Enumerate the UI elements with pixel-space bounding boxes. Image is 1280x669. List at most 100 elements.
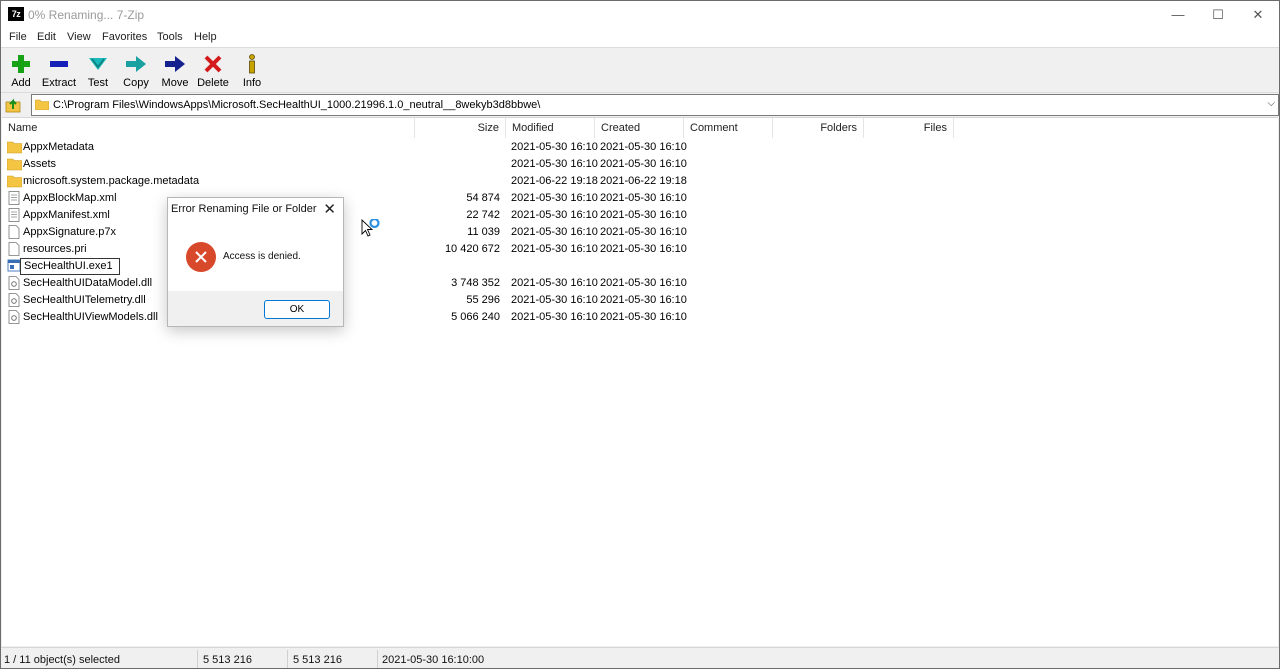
status-date: 2021-05-30 16:10:00 xyxy=(382,654,485,666)
up-folder-button[interactable] xyxy=(5,97,23,114)
file-name: AppxManifest.xml xyxy=(23,209,110,221)
busy-cursor-icon xyxy=(361,219,380,237)
file-size: 55 296 xyxy=(466,294,500,306)
copy-arrow-icon xyxy=(126,56,146,72)
menu-file[interactable]: File xyxy=(9,31,27,43)
file-created: 2021-05-30 16:10 xyxy=(600,294,687,306)
table-row[interactable]: SecHealthUIDataModel.dll 3 748 352 2021-05… xyxy=(2,275,702,292)
status-bar: 1 / 11 object(s) selected 5 513 216 5 51… xyxy=(1,647,1279,668)
folder-icon xyxy=(7,141,22,154)
info-button[interactable]: Info xyxy=(232,51,272,91)
column-created[interactable]: Created xyxy=(595,118,684,138)
file-modified: 2021-05-30 16:10 xyxy=(511,141,598,153)
xml-file-icon xyxy=(8,208,20,222)
file-modified: 2021-06-22 19:18 xyxy=(511,175,598,187)
dialog-message: Access is denied. xyxy=(223,251,301,262)
delete-x-icon xyxy=(204,55,222,73)
status-separator xyxy=(287,650,288,668)
menu-view[interactable]: View xyxy=(67,31,91,43)
address-input[interactable]: C:\Program Files\WindowsApps\Microsoft.S… xyxy=(31,94,1279,116)
dll-file-icon xyxy=(8,293,20,307)
minus-icon xyxy=(50,61,68,67)
file-modified: 2021-05-30 16:10 xyxy=(511,294,598,306)
file-size: 3 748 352 xyxy=(451,277,500,289)
menu-favorites[interactable]: Favorites xyxy=(102,31,147,43)
table-row[interactable]: SecHealthUIViewModels.dll 5 066 240 2021-0… xyxy=(2,309,702,326)
file-name: SecHealthUITelemetry.dll xyxy=(23,294,146,306)
file-name: AppxBlockMap.xml xyxy=(23,192,117,204)
file-modified: 2021-05-30 16:10 xyxy=(511,192,598,204)
close-button[interactable]: ✕ xyxy=(1235,1,1279,29)
file-size: 22 742 xyxy=(466,209,500,221)
table-row[interactable]: AppxManifest.xml 22 742 2021-05-30 16:10 20… xyxy=(2,207,702,224)
file-name: resources.pri xyxy=(23,243,87,255)
move-arrow-icon xyxy=(165,56,185,72)
file-created: 2021-05-30 16:10 xyxy=(600,192,687,204)
table-row[interactable]: Assets 2021-05-30 16:10 2021-05-30 16:10 xyxy=(2,156,702,173)
status-packed-size: 5 513 216 xyxy=(293,654,342,666)
file-created: 2021-06-22 19:18 xyxy=(600,175,687,187)
rename-input[interactable]: SecHealthUI.exe1 xyxy=(20,258,120,275)
file-created: 2021-05-30 16:10 xyxy=(600,209,687,221)
folder-icon xyxy=(7,158,22,171)
menu-tools[interactable]: Tools xyxy=(157,31,183,43)
xml-file-icon xyxy=(8,191,20,205)
file-created: 2021-05-30 16:10 xyxy=(600,243,687,255)
app-icon: 7z xyxy=(8,7,24,21)
file-modified: 2021-05-30 16:10 xyxy=(511,158,598,170)
file-created: 2021-05-30 16:10 xyxy=(600,226,687,238)
file-icon xyxy=(8,225,20,239)
table-row[interactable]: AppxSignature.p7x 11 039 2021-05-30 16:10 2… xyxy=(2,224,702,241)
column-folders[interactable]: Folders xyxy=(773,118,864,138)
file-name: SecHealthUIViewModels.dll xyxy=(23,311,158,323)
table-row[interactable]: SecHealthUI.exe1 xyxy=(2,258,702,275)
file-modified: 2021-05-30 16:10 xyxy=(511,226,598,238)
file-modified: 2021-05-30 16:10 xyxy=(511,209,598,221)
folder-icon xyxy=(35,99,49,110)
file-modified: 2021-05-30 16:10 xyxy=(511,311,598,323)
error-dialog: Error Renaming File or Folder ✕ Access i… xyxy=(167,197,344,327)
status-separator xyxy=(377,650,378,668)
dialog-close-button[interactable]: ✕ xyxy=(323,200,336,218)
dialog-footer: OK xyxy=(168,291,343,326)
menu-help[interactable]: Help xyxy=(194,31,217,43)
table-row[interactable]: microsoft.system.package.metadata 2021-06… xyxy=(2,173,702,190)
file-created: 2021-05-30 16:10 xyxy=(600,277,687,289)
plus-icon xyxy=(12,55,30,73)
column-modified[interactable]: Modified xyxy=(506,118,595,138)
toolbar: Add Extract Test Copy Move Delete Info xyxy=(1,47,1279,93)
table-row[interactable]: AppxMetadata 2021-05-30 16:10 2021-05-30 1… xyxy=(2,139,702,156)
error-icon xyxy=(186,242,216,272)
file-size: 10 420 672 xyxy=(444,243,500,255)
status-selection: 1 / 11 object(s) selected xyxy=(4,654,120,666)
checkmark-icon xyxy=(89,58,107,70)
file-name: AppxSignature.p7x xyxy=(23,226,116,238)
column-size[interactable]: Size xyxy=(415,118,506,138)
file-name: Assets xyxy=(23,158,57,170)
title-bar: 7z 0% Renaming... 7-Zip — ☐ ✕ xyxy=(1,1,1279,29)
file-size: 5 066 240 xyxy=(451,311,500,323)
info-icon xyxy=(249,54,255,74)
column-name[interactable]: Name xyxy=(2,118,415,138)
table-row[interactable]: AppxBlockMap.xml 54 874 2021-05-30 16:10 20… xyxy=(2,190,702,207)
table-row[interactable]: SecHealthUITelemetry.dll 55 296 2021-05-30… xyxy=(2,292,702,309)
menu-edit[interactable]: Edit xyxy=(37,31,56,43)
file-modified: 2021-05-30 16:10 xyxy=(511,243,598,255)
column-files[interactable]: Files xyxy=(864,118,954,138)
folder-icon xyxy=(7,175,22,188)
menu-bar: File Edit View Favorites Tools Help xyxy=(1,29,1279,47)
status-separator xyxy=(197,650,198,668)
up-folder-icon xyxy=(5,98,21,113)
status-size: 5 513 216 xyxy=(203,654,252,666)
dialog-title: Error Renaming File or Folder xyxy=(171,203,317,215)
file-name: SecHealthUIDataModel.dll xyxy=(23,277,153,289)
file-name: microsoft.system.package.metadata xyxy=(23,175,200,187)
sevenzip-window: 7z 0% Renaming... 7-Zip — ☐ ✕ File Edit … xyxy=(0,0,1280,669)
ok-button[interactable]: OK xyxy=(264,300,330,319)
file-created: 2021-05-30 16:10 xyxy=(600,158,687,170)
chevron-down-icon[interactable]: ⌵ xyxy=(1267,98,1275,109)
window-title: 0% Renaming... 7-Zip xyxy=(28,8,145,22)
column-comment[interactable]: Comment xyxy=(684,118,773,138)
error-x-icon xyxy=(195,251,207,263)
table-row[interactable]: resources.pri 10 420 672 2021-05-30 16:10 2… xyxy=(2,241,702,258)
